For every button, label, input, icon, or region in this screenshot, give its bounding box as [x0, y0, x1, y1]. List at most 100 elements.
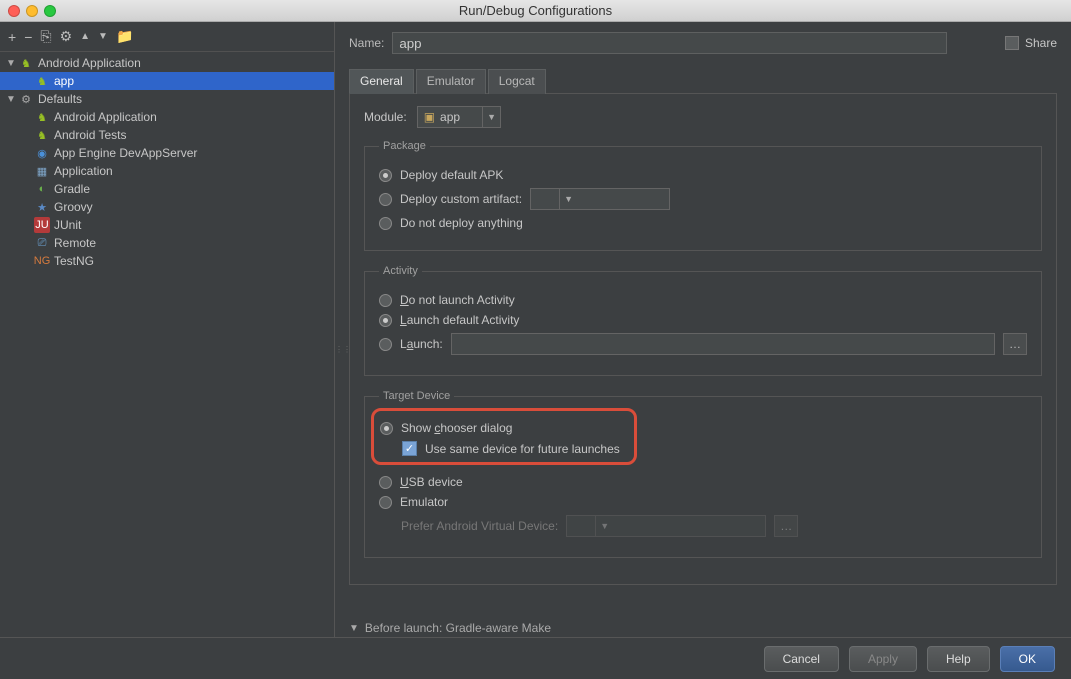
- avd-combo: ▼: [566, 515, 766, 537]
- titlebar: Run/Debug Configurations: [0, 0, 1071, 22]
- activity-fieldset: Activity Do not launch Activity Launch d…: [364, 265, 1042, 376]
- tree-item-app[interactable]: ♞ app: [0, 72, 334, 90]
- package-legend: Package: [379, 140, 430, 152]
- main-panel: Name: Share General Emulator Logcat Modu…: [335, 22, 1071, 637]
- radio-label: Deploy custom artifact:: [400, 192, 522, 206]
- tab-body-general: Module: ▣app ▼ Package Deploy default AP…: [349, 94, 1057, 585]
- application-icon: ▦: [34, 163, 50, 179]
- zoom-window-icon[interactable]: [44, 5, 56, 17]
- highlight-annotation: Show chooser dialog ✓Use same device for…: [371, 408, 637, 465]
- groovy-icon: ★: [34, 199, 50, 215]
- tree-item-default[interactable]: ★ Groovy: [0, 198, 334, 216]
- tree-label: Remote: [54, 236, 96, 250]
- help-button[interactable]: Help: [927, 646, 990, 672]
- cancel-button[interactable]: Cancel: [764, 646, 839, 672]
- tab-general[interactable]: General: [349, 69, 414, 94]
- name-input[interactable]: [392, 32, 947, 54]
- tree-item-default[interactable]: ▦ Application: [0, 162, 334, 180]
- radio-no-launch[interactable]: [379, 294, 392, 307]
- appengine-icon: ◉: [34, 145, 50, 161]
- tree-item-default[interactable]: ◉ App Engine DevAppServer: [0, 144, 334, 162]
- tree-item-default[interactable]: ◐Gradle: [0, 180, 334, 198]
- radio-label: Deploy default APK: [400, 168, 503, 182]
- copy-config-icon[interactable]: ⎘: [40, 28, 51, 45]
- dialog-buttons: Cancel Apply Help OK: [0, 637, 1071, 679]
- radio-label: Do not launch Activity: [400, 293, 515, 307]
- radio-label: Emulator: [400, 495, 448, 509]
- expand-arrow-icon[interactable]: ▼: [349, 623, 359, 634]
- share-label: Share: [1025, 36, 1057, 50]
- module-combo[interactable]: ▣ app ▼: [417, 106, 501, 128]
- radio-emulator[interactable]: [379, 496, 392, 509]
- tree-label: Application: [54, 164, 113, 178]
- before-launch-section: ▼ Before launch: Gradle-aware Make ♞ Gra…: [349, 621, 1057, 637]
- folder-icon[interactable]: 📁: [116, 28, 133, 45]
- android-icon: ♞: [34, 73, 50, 89]
- module-value: app: [440, 110, 460, 124]
- radio-launch-default[interactable]: [379, 314, 392, 327]
- tree-label: app: [54, 74, 74, 88]
- use-same-device-checkbox[interactable]: ✓: [402, 441, 417, 456]
- chevron-down-icon[interactable]: ▼: [482, 107, 500, 127]
- folder-icon: ▣: [424, 110, 435, 124]
- expand-arrow-icon[interactable]: ▼: [6, 94, 18, 105]
- tree-android-application[interactable]: ▼ ♞ Android Application: [0, 54, 334, 72]
- tree-label: JUnit: [54, 218, 81, 232]
- tab-bar: General Emulator Logcat: [349, 68, 1057, 94]
- tree-label: App Engine DevAppServer: [54, 146, 197, 160]
- before-launch-label: Before launch: Gradle-aware Make: [365, 621, 551, 635]
- before-launch-header[interactable]: ▼ Before launch: Gradle-aware Make: [349, 621, 1057, 635]
- share-checkbox[interactable]: [1005, 36, 1019, 50]
- tree-item-default[interactable]: ♞ Android Application: [0, 108, 334, 126]
- tree-label: TestNG: [54, 254, 94, 268]
- chevron-down-icon[interactable]: ▼: [559, 189, 577, 209]
- remote-icon: ⎚: [34, 235, 50, 251]
- gear-icon: ⚙: [18, 91, 34, 107]
- move-down-icon[interactable]: ▼: [98, 31, 108, 42]
- radio-label: Launch default Activity: [400, 313, 519, 327]
- testng-icon: NG: [34, 253, 50, 269]
- tree-label: Android Tests: [54, 128, 127, 142]
- config-sidebar: + − ⎘ ⚙ ▲ ▼ 📁 ▼ ♞ Android Application ♞ …: [0, 22, 335, 637]
- splitter-handle[interactable]: ⋮⋮: [335, 345, 339, 354]
- android-icon: ♞: [34, 109, 50, 125]
- chevron-down-icon: ▼: [595, 516, 613, 536]
- radio-show-chooser[interactable]: [380, 422, 393, 435]
- launch-activity-input[interactable]: [451, 333, 995, 355]
- settings-icon[interactable]: ⚙: [60, 28, 73, 45]
- browse-activity-button[interactable]: …: [1003, 333, 1027, 355]
- tree-item-default[interactable]: NG TestNG: [0, 252, 334, 270]
- sidebar-toolbar: + − ⎘ ⚙ ▲ ▼ 📁: [0, 28, 334, 52]
- tab-logcat[interactable]: Logcat: [488, 69, 546, 94]
- tree-defaults[interactable]: ▼ ⚙ Defaults: [0, 90, 334, 108]
- expand-arrow-icon[interactable]: ▼: [6, 58, 18, 69]
- remove-config-icon[interactable]: −: [24, 29, 32, 45]
- ok-button[interactable]: OK: [1000, 646, 1055, 672]
- apply-button[interactable]: Apply: [849, 646, 917, 672]
- target-legend: Target Device: [379, 390, 454, 402]
- radio-deploy-custom[interactable]: [379, 193, 392, 206]
- radio-deploy-default[interactable]: [379, 169, 392, 182]
- radio-label: Launch:: [400, 337, 443, 351]
- avd-browse-button: …: [774, 515, 798, 537]
- tree-label: Android Application: [54, 110, 157, 124]
- package-fieldset: Package Deploy default APK Deploy custom…: [364, 140, 1042, 251]
- tree-item-default[interactable]: ♞ Android Tests: [0, 126, 334, 144]
- tab-emulator[interactable]: Emulator: [416, 69, 486, 94]
- config-tree: ▼ ♞ Android Application ♞ app ▼ ⚙ Defaul…: [0, 52, 334, 270]
- radio-usb-device[interactable]: [379, 476, 392, 489]
- close-window-icon[interactable]: [8, 5, 20, 17]
- radio-launch-specific[interactable]: [379, 338, 392, 351]
- move-up-icon[interactable]: ▲: [80, 31, 90, 42]
- tree-label: Groovy: [54, 200, 93, 214]
- tree-item-default[interactable]: ⎚ Remote: [0, 234, 334, 252]
- tree-item-default[interactable]: JUJUnit: [0, 216, 334, 234]
- window-title: Run/Debug Configurations: [459, 3, 612, 18]
- minimize-window-icon[interactable]: [26, 5, 38, 17]
- add-config-icon[interactable]: +: [8, 29, 16, 45]
- artifact-combo[interactable]: ▼: [530, 188, 670, 210]
- android-icon: ♞: [34, 127, 50, 143]
- activity-legend: Activity: [379, 265, 422, 277]
- radio-no-deploy[interactable]: [379, 217, 392, 230]
- target-device-fieldset: Target Device Show chooser dialog ✓Use s…: [364, 390, 1042, 558]
